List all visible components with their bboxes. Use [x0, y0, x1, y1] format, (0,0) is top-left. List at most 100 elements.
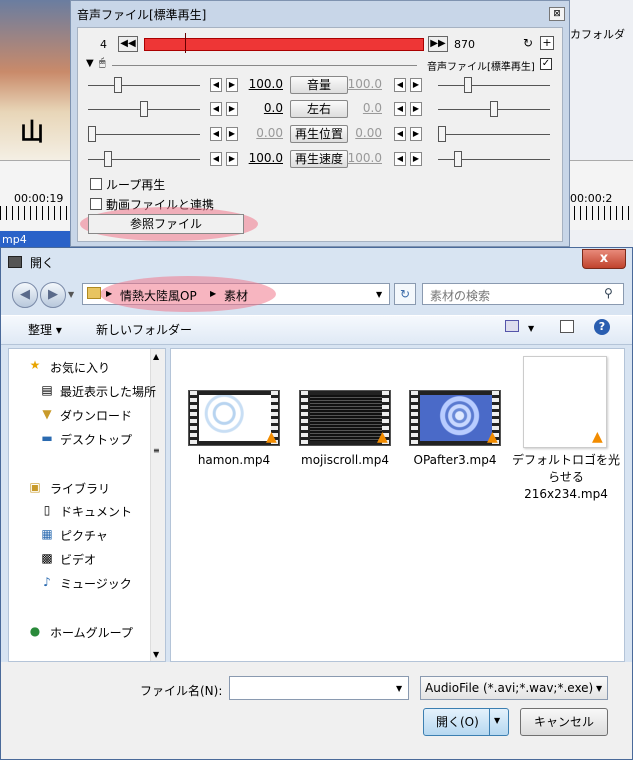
breadcrumb-segment[interactable]: 素材 — [224, 287, 248, 304]
breadcrumb-arrow-icon[interactable]: ▶ — [210, 289, 216, 298]
param-value[interactable]: 100.0 — [243, 77, 283, 91]
link-video-checkbox[interactable] — [90, 198, 102, 210]
download-icon: ▼ — [42, 407, 52, 421]
slider-thumb[interactable] — [464, 77, 472, 93]
param-label-button[interactable]: 左右 — [290, 100, 348, 118]
param-value[interactable]: 0.00 — [243, 126, 283, 140]
seek-bar[interactable] — [144, 38, 424, 51]
new-folder-button[interactable]: 新しいフォルダー — [96, 321, 192, 338]
search-icon[interactable]: ⚲ — [604, 286, 613, 300]
nav-documents[interactable]: ドキュメント — [60, 503, 132, 520]
file-name[interactable]: hamon.mp4 — [179, 452, 289, 469]
increment-arrow-icon[interactable]: ▶ — [410, 102, 422, 116]
folder-icon — [87, 287, 101, 299]
slider-thumb[interactable] — [114, 77, 122, 93]
seek-cursor[interactable] — [185, 33, 186, 53]
divider — [112, 65, 417, 66]
increment-arrow-icon[interactable]: ▶ — [410, 127, 422, 141]
view-dropdown-icon[interactable]: ▼ — [528, 324, 534, 333]
slider-thumb[interactable] — [140, 101, 148, 117]
nav-homegroup[interactable]: ホームグループ — [50, 624, 133, 641]
nav-pictures[interactable]: ピクチャ — [60, 527, 108, 544]
preview-pane-icon[interactable] — [560, 320, 574, 333]
breadcrumb-arrow-icon[interactable]: ▶ — [106, 289, 112, 298]
audio-window-title: 音声ファイル[標準再生] — [77, 8, 207, 22]
breadcrumb-segment[interactable]: 情熱大陸風OP — [120, 287, 197, 304]
param-label-button[interactable]: 音量 — [290, 76, 348, 94]
close-icon[interactable]: ⊠ — [549, 7, 565, 21]
nav-videos[interactable]: ビデオ — [60, 551, 96, 568]
param-label-button[interactable]: 再生位置 — [290, 125, 348, 143]
music-icon: ♪ — [43, 575, 51, 589]
back-arrow-icon[interactable]: ◀ — [12, 282, 38, 308]
slider-thumb[interactable] — [438, 126, 446, 142]
dialog-title: 開く — [30, 256, 55, 270]
nav-downloads[interactable]: ダウンロード — [60, 407, 132, 424]
forward-arrow-icon[interactable]: ▶ — [40, 282, 66, 308]
nav-libraries[interactable]: ライブラリ — [50, 480, 110, 497]
decrement-arrow-icon[interactable]: ◀ — [210, 152, 222, 166]
vlc-icon: ▲ — [266, 429, 277, 445]
prev-frame-button[interactable]: ◀◀ — [118, 36, 138, 52]
frame-end: 870 — [454, 38, 475, 51]
slider-thumb[interactable] — [490, 101, 498, 117]
nav-desktop[interactable]: デスクトップ — [60, 431, 132, 448]
plus-icon[interactable]: + — [540, 36, 554, 50]
decrement-arrow-icon[interactable]: ◀ — [210, 78, 222, 92]
file-type-select[interactable]: AudioFile (*.avi;*.wav;*.exe) — [420, 676, 608, 700]
rotate-icon[interactable]: ↻ — [520, 36, 536, 52]
open-dropdown-icon[interactable]: ▼ — [494, 716, 500, 725]
increment-arrow-icon[interactable]: ▶ — [226, 78, 238, 92]
scroll-up-icon[interactable]: ▲ — [153, 352, 159, 361]
organize-button[interactable]: 整理 ▾ — [28, 321, 62, 338]
collapse-triangle-icon[interactable]: ▼ — [86, 58, 94, 69]
address-dropdown-icon[interactable]: ▼ — [376, 290, 382, 299]
view-icon[interactable] — [505, 320, 519, 332]
increment-arrow-icon[interactable]: ▶ — [410, 78, 422, 92]
slider-thumb[interactable] — [104, 151, 112, 167]
file-type-dropdown-icon[interactable]: ▼ — [596, 684, 602, 693]
open-split-divider — [489, 709, 490, 735]
background-ruler-right — [568, 206, 633, 220]
scroll-down-icon[interactable]: ▼ — [153, 650, 159, 659]
filename-input[interactable] — [229, 676, 409, 700]
file-name[interactable]: mojiscroll.mp4 — [290, 452, 400, 469]
param-value[interactable]: 0.0 — [243, 101, 283, 115]
filename-dropdown-icon[interactable]: ▼ — [396, 684, 402, 693]
star-icon: ★ — [29, 358, 41, 372]
refresh-icon[interactable]: ↻ — [394, 283, 416, 305]
decrement-arrow-icon[interactable]: ◀ — [394, 102, 406, 116]
filename-label: ファイル名(N): — [140, 684, 223, 698]
file-name[interactable]: OPafter3.mp4 — [400, 452, 510, 469]
layer-enable-checkbox[interactable]: ✓ — [540, 58, 552, 70]
decrement-arrow-icon[interactable]: ◀ — [210, 102, 222, 116]
background-preview-text: 山 — [20, 117, 50, 146]
increment-arrow-icon[interactable]: ▶ — [226, 102, 238, 116]
decrement-arrow-icon[interactable]: ◀ — [394, 78, 406, 92]
slider-thumb[interactable] — [454, 151, 462, 167]
file-name[interactable]: デフォルトロゴを光らせる216x234.mp4 — [510, 452, 622, 503]
desktop-icon: ▬ — [41, 431, 53, 445]
next-frame-button[interactable]: ▶▶ — [428, 36, 448, 52]
scroll-grip-icon[interactable]: ≡ — [153, 446, 160, 455]
loop-checkbox[interactable] — [90, 178, 102, 190]
param-value[interactable]: 100.0 — [243, 151, 283, 165]
cancel-button[interactable]: キャンセル — [520, 708, 608, 736]
increment-arrow-icon[interactable]: ▶ — [226, 127, 238, 141]
nav-music[interactable]: ミュージック — [60, 575, 132, 592]
increment-arrow-icon[interactable]: ▶ — [226, 152, 238, 166]
nav-recent-places[interactable]: 最近表示した場所 — [60, 383, 156, 400]
nav-favorites[interactable]: お気に入り — [50, 359, 110, 376]
history-dropdown-icon[interactable]: ▼ — [68, 290, 74, 299]
close-button[interactable]: x — [582, 249, 626, 269]
help-icon[interactable]: ? — [594, 319, 610, 335]
recent-places-icon: ▤ — [41, 383, 53, 397]
reference-file-button[interactable]: 参照ファイル — [88, 214, 244, 234]
increment-arrow-icon[interactable]: ▶ — [410, 152, 422, 166]
decrement-arrow-icon[interactable]: ◀ — [394, 127, 406, 141]
param-label-button[interactable]: 再生速度 — [290, 150, 348, 168]
decrement-arrow-icon[interactable]: ◀ — [210, 127, 222, 141]
decrement-arrow-icon[interactable]: ◀ — [394, 152, 406, 166]
slider-thumb[interactable] — [88, 126, 96, 142]
window-icon — [8, 256, 22, 268]
